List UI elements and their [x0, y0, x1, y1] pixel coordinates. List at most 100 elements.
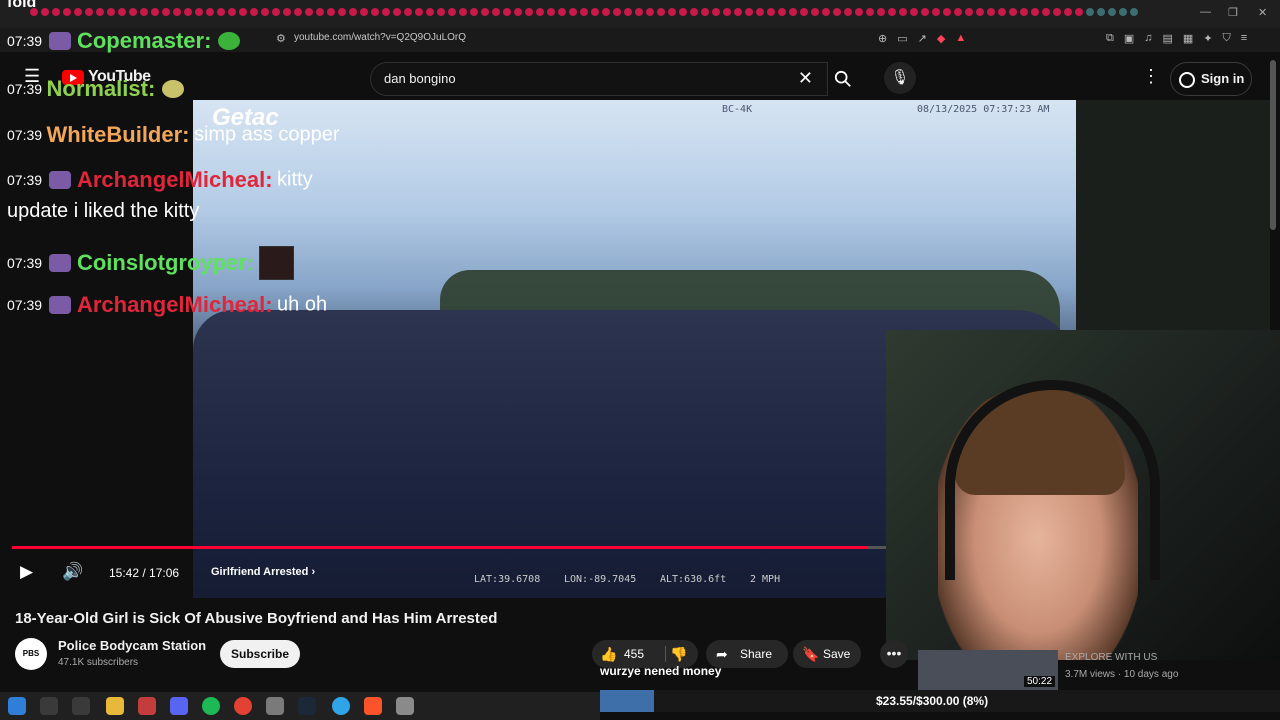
- steam-icon[interactable]: [298, 697, 316, 715]
- browser-tab-favicon[interactable]: [525, 8, 533, 16]
- browser-tab-favicon[interactable]: [921, 8, 929, 16]
- browser-tab-favicon[interactable]: [1075, 8, 1083, 16]
- maximize-button[interactable]: ❐: [1228, 6, 1238, 19]
- browser-tab-favicon[interactable]: [514, 8, 522, 16]
- browser-tab-favicon[interactable]: [756, 8, 764, 16]
- browser-tab-favicon[interactable]: [855, 8, 863, 16]
- browser-tab-favicon[interactable]: [965, 8, 973, 16]
- search-box[interactable]: dan bongino ✕: [370, 62, 828, 96]
- browser-tab-favicon[interactable]: [690, 8, 698, 16]
- browser-tab-favicon[interactable]: [844, 8, 852, 16]
- browser-tab-favicon[interactable]: [866, 8, 874, 16]
- browser-tab-favicon[interactable]: [470, 8, 478, 16]
- browser-tab-favicon[interactable]: [1042, 8, 1050, 16]
- browser-tab-favicon[interactable]: [426, 8, 434, 16]
- start-icon[interactable]: [8, 697, 26, 715]
- leo-ai-icon[interactable]: ✦: [1203, 32, 1212, 45]
- sidebar-icon[interactable]: ▤: [1163, 32, 1173, 45]
- browser-tab-favicon[interactable]: [987, 8, 995, 16]
- browser-tab-favicon[interactable]: [899, 8, 907, 16]
- task-view-icon[interactable]: [72, 697, 90, 715]
- browser-tab-favicon[interactable]: [635, 8, 643, 16]
- extensions-icon[interactable]: ⧉: [1106, 32, 1114, 45]
- browser-tab-favicon[interactable]: [888, 8, 896, 16]
- browser-tab-favicon[interactable]: [624, 8, 632, 16]
- browser-tab-favicon[interactable]: [1130, 8, 1138, 16]
- search-button[interactable]: [826, 62, 860, 96]
- recommended-title[interactable]: EXPLORE WITH US: [1065, 652, 1157, 663]
- channel-avatar[interactable]: PBS: [15, 638, 47, 670]
- page-scrollbar[interactable]: [1270, 60, 1276, 230]
- brave-rewards-icon[interactable]: ▲: [955, 32, 966, 45]
- browser-tab-favicon[interactable]: [723, 8, 731, 16]
- voice-search-button[interactable]: 🎙: [884, 62, 916, 94]
- minimize-button[interactable]: —: [1200, 6, 1211, 18]
- browser-tab-favicon[interactable]: [668, 8, 676, 16]
- sign-in-button[interactable]: Sign in: [1170, 62, 1252, 96]
- app-icon[interactable]: [266, 697, 284, 715]
- browser-tab-favicon[interactable]: [503, 8, 511, 16]
- browser-tab-favicon[interactable]: [767, 8, 775, 16]
- chapter-button[interactable]: Girlfriend Arrested ›: [211, 566, 315, 578]
- volume-icon[interactable]: 🔊: [62, 562, 83, 582]
- browser-tab-favicon[interactable]: [613, 8, 621, 16]
- browser-tab-favicon[interactable]: [910, 8, 918, 16]
- browser-tab-favicon[interactable]: [1064, 8, 1072, 16]
- browser-tab-favicon[interactable]: [547, 8, 555, 16]
- browser-tab-favicon[interactable]: [679, 8, 687, 16]
- browser-tab-favicon[interactable]: [459, 8, 467, 16]
- screenshot-icon[interactable]: ▣: [1124, 32, 1134, 45]
- close-window-button[interactable]: ✕: [1258, 6, 1267, 19]
- browser-tab-favicon[interactable]: [822, 8, 830, 16]
- browser-tab-favicon[interactable]: [701, 8, 709, 16]
- subscribe-button[interactable]: Subscribe: [220, 640, 300, 668]
- browser-tab-favicon[interactable]: [1086, 8, 1094, 16]
- browser-tab-favicon[interactable]: [591, 8, 599, 16]
- browser-tab-favicon[interactable]: [998, 8, 1006, 16]
- browser-tab-favicon[interactable]: [1020, 8, 1028, 16]
- browser-tab-favicon[interactable]: [778, 8, 786, 16]
- zoom-icon[interactable]: ⊕: [878, 32, 887, 45]
- browser-tab-favicon[interactable]: [943, 8, 951, 16]
- browser-tab-favicon[interactable]: [437, 8, 445, 16]
- file-explorer-icon[interactable]: [106, 697, 124, 715]
- wallet-icon[interactable]: ▦: [1183, 32, 1193, 45]
- more-actions-button[interactable]: •••: [880, 640, 908, 668]
- brave-shield-icon[interactable]: ◆: [937, 32, 945, 45]
- browser-tab-favicon[interactable]: [976, 8, 984, 16]
- browser-tab-favicon[interactable]: [580, 8, 588, 16]
- chrome-icon[interactable]: [234, 697, 252, 715]
- discord-icon[interactable]: [170, 697, 188, 715]
- browser-tab-favicon[interactable]: [954, 8, 962, 16]
- settings-menu-icon[interactable]: ⋮: [1142, 66, 1160, 87]
- browser-tab-favicon[interactable]: [1119, 8, 1127, 16]
- browser-tab-favicon[interactable]: [833, 8, 841, 16]
- browser-tab-favicon[interactable]: [800, 8, 808, 16]
- channel-name[interactable]: Police Bodycam Station: [58, 638, 206, 653]
- browser-tab-favicon[interactable]: [558, 8, 566, 16]
- browser-tab-favicon[interactable]: [492, 8, 500, 16]
- browser-tab-favicon[interactable]: [448, 8, 456, 16]
- browser-tab-favicon[interactable]: [712, 8, 720, 16]
- spotify-icon[interactable]: [202, 697, 220, 715]
- brave-icon[interactable]: [364, 697, 382, 715]
- browser-tab-favicon[interactable]: [657, 8, 665, 16]
- browser-tab-favicon[interactable]: [1031, 8, 1039, 16]
- browser-tab-favicon[interactable]: [646, 8, 654, 16]
- cast-icon[interactable]: ▭: [897, 32, 907, 45]
- browser-tab-favicon[interactable]: [789, 8, 797, 16]
- browser-menu-icon[interactable]: ≡: [1241, 32, 1247, 45]
- browser-tab-favicon[interactable]: [811, 8, 819, 16]
- browser-tab-favicon[interactable]: [745, 8, 753, 16]
- browser-tab-favicon[interactable]: [877, 8, 885, 16]
- browser-tab-favicon[interactable]: [536, 8, 544, 16]
- save-button[interactable]: 🔖 Save: [793, 640, 861, 668]
- browser-tab-favicon[interactable]: [1053, 8, 1061, 16]
- media-icon[interactable]: ♫: [1144, 32, 1152, 45]
- browser-tab-favicon[interactable]: [1009, 8, 1017, 16]
- browser-tab-favicon[interactable]: [602, 8, 610, 16]
- share-page-icon[interactable]: ↗: [918, 32, 927, 45]
- clear-search-icon[interactable]: ✕: [798, 68, 813, 89]
- play-icon[interactable]: ▶: [20, 562, 33, 582]
- edge-icon[interactable]: [332, 697, 350, 715]
